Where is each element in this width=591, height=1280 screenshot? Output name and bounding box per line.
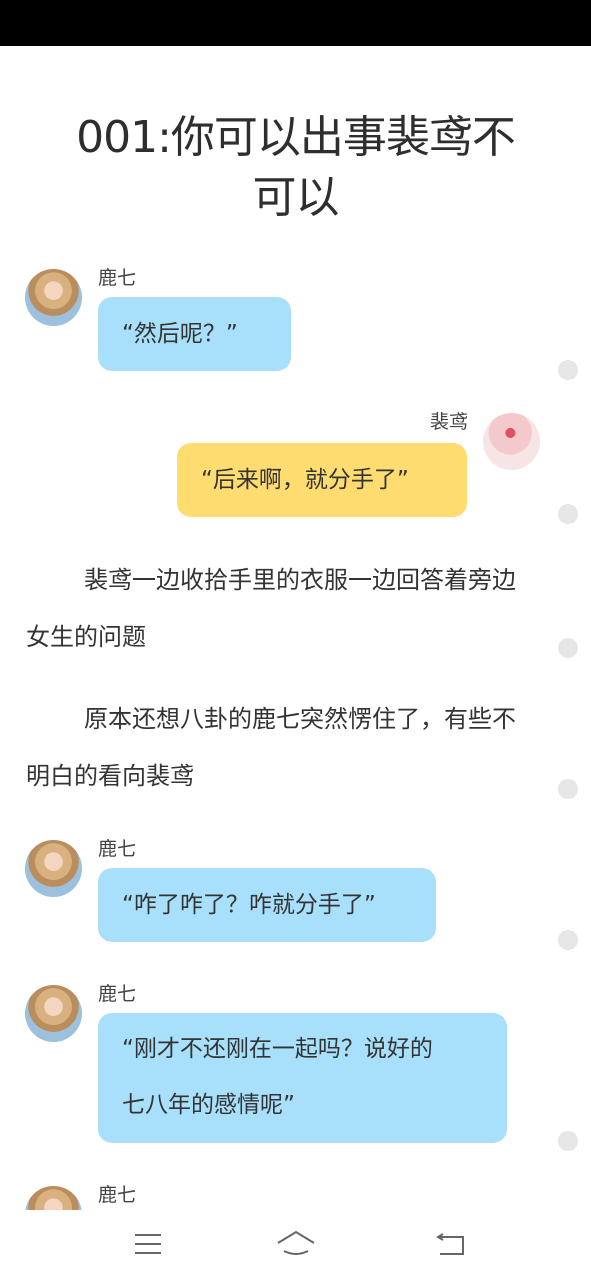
chapter-content[interactable]: 001:你可以出事裴鸢不 可以 鹿七 “然后呢？” 裴鸢 “后来啊，就分手了” … <box>0 46 591 1210</box>
narration-paragraph: 原本还想八卦的鹿七突然愣住了，有些不明白的看向裴鸢 <box>26 705 516 790</box>
sender-name: 鹿七 <box>98 267 137 289</box>
chat-bubble[interactable]: “刚才不还刚在一起吗？说好的 七八年的感情呢” <box>98 1013 507 1143</box>
chapter-title-line-1: 001:你可以出事裴鸢不 <box>76 112 516 163</box>
sender-name: 鹿七 <box>98 1184 137 1206</box>
comment-dot[interactable] <box>558 360 578 380</box>
chat-bubble-line-1: “刚才不还刚在一起吗？说好的 <box>122 1036 433 1062</box>
sender-name: 鹿七 <box>98 983 137 1005</box>
chat-bubble[interactable]: “然后呢？” <box>98 297 291 371</box>
navigation-bar <box>0 1210 591 1280</box>
avatar-luqi[interactable] <box>25 1186 82 1210</box>
chapter-title-line-2: 可以 <box>252 172 340 223</box>
comment-dot[interactable] <box>558 504 578 524</box>
sender-name: 裴鸢 <box>430 411 469 433</box>
chat-bubble[interactable]: “咋了咋了？咋就分手了” <box>98 868 436 942</box>
avatar-luqi[interactable] <box>25 269 82 326</box>
comment-dot[interactable] <box>558 638 578 658</box>
comment-dot[interactable] <box>558 1131 578 1151</box>
avatar-luqi[interactable] <box>25 840 82 897</box>
menu-icon[interactable] <box>128 1224 168 1264</box>
avatar-peiyuan[interactable] <box>483 413 540 470</box>
comment-dot[interactable] <box>558 930 578 950</box>
comment-dot[interactable] <box>558 779 578 799</box>
chat-bubble-line-2: 七八年的感情呢” <box>122 1092 295 1118</box>
home-icon[interactable] <box>276 1224 316 1264</box>
chat-bubble[interactable]: “后来啊，就分手了” <box>177 443 467 517</box>
back-icon[interactable] <box>431 1224 471 1264</box>
sender-name: 鹿七 <box>98 838 137 860</box>
avatar-luqi[interactable] <box>25 985 82 1042</box>
status-bar <box>0 0 591 46</box>
chapter-title: 001:你可以出事裴鸢不 可以 <box>60 108 531 228</box>
narration-paragraph: 裴鸢一边收拾手里的衣服一边回答着旁边女生的问题 <box>26 566 516 651</box>
